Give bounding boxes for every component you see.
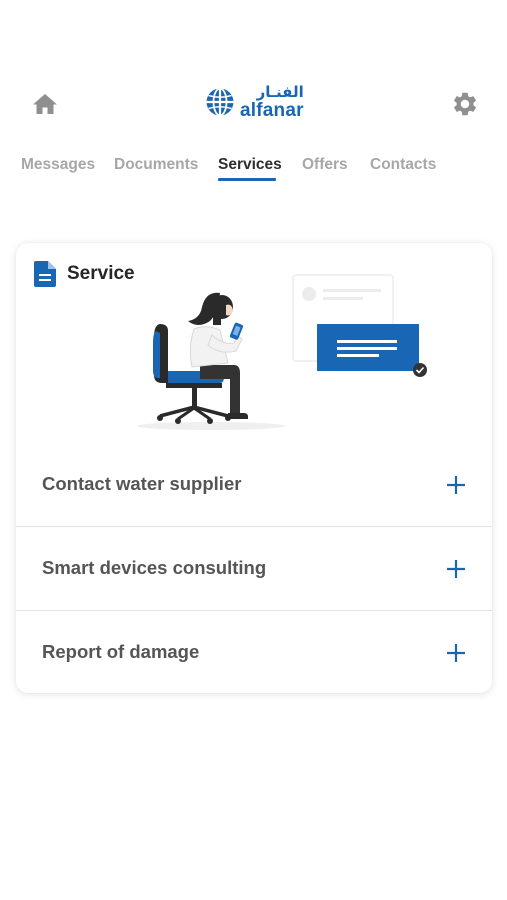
settings-button[interactable] (449, 89, 481, 119)
service-card: Service Contact water supplier Smart dev… (16, 243, 492, 693)
active-tab-indicator (218, 178, 276, 181)
tab-contacts[interactable]: Contacts (370, 156, 436, 174)
tab-messages[interactable]: Messages (21, 156, 95, 174)
expand-button[interactable] (444, 473, 468, 497)
tab-bar: Messages Documents Services Offers Conta… (0, 152, 507, 186)
expand-button[interactable] (444, 641, 468, 665)
plus-icon (447, 560, 465, 578)
service-row-label: Smart devices consulting (42, 557, 267, 578)
home-button[interactable] (30, 90, 60, 118)
expand-button[interactable] (444, 557, 468, 581)
person-with-phone-illustration (137, 274, 427, 430)
logo-arabic-text: الفنـار (256, 82, 304, 101)
app-header: الفنـار alfanar (0, 78, 507, 130)
plus-icon (447, 476, 465, 494)
tab-documents[interactable]: Documents (114, 156, 198, 174)
logo-english-text: alfanar (240, 99, 304, 121)
alfanar-logo: الفنـار alfanar (205, 82, 305, 122)
tab-services[interactable]: Services (218, 156, 282, 174)
service-row-contact-water-supplier[interactable]: Contact water supplier (16, 443, 492, 527)
document-icon (34, 261, 56, 287)
service-row-label: Contact water supplier (42, 473, 242, 494)
service-row-report-of-damage[interactable]: Report of damage (16, 610, 492, 693)
service-row-label: Report of damage (42, 641, 200, 662)
globe-logo-icon (206, 87, 234, 117)
gear-icon (454, 92, 476, 116)
home-icon (33, 94, 57, 114)
plus-icon (447, 644, 465, 662)
service-row-smart-devices-consulting[interactable]: Smart devices consulting (16, 526, 492, 611)
tab-offers[interactable]: Offers (302, 156, 348, 174)
